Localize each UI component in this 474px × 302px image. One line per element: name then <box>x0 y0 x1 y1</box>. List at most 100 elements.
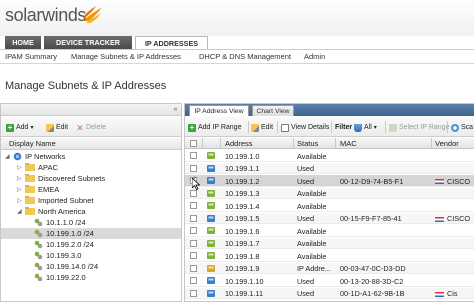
view-tab-bar: IP Address View Chart View <box>185 104 474 116</box>
table-row[interactable]: 10.199.1.4 Available <box>185 200 474 212</box>
vendor-column-header[interactable]: Vendor <box>435 139 459 148</box>
table-row[interactable]: 10.199.1.5 Used 00-15-F9-F7-85-41 CISCO <box>185 212 474 224</box>
tree-node-label: 10.199.3.0 <box>46 251 82 260</box>
tab-ip-address-view[interactable]: IP Address View <box>189 105 249 116</box>
ip-status-icon <box>207 264 215 272</box>
row-checkbox[interactable] <box>190 227 197 234</box>
tab-device-tracker[interactable]: DEVICE TRACKER <box>44 36 132 49</box>
subnav-admin[interactable]: Admin <box>304 52 325 61</box>
ip-address-cell: 10.199.1.2 <box>225 176 260 186</box>
edit-button-label: Edit <box>261 124 274 131</box>
column-divider <box>220 138 221 149</box>
select-ip-range-button[interactable]: Select IP Range <box>389 122 449 133</box>
ip-status-icon <box>207 164 215 172</box>
tab-ip-addresses[interactable]: IP ADDRESSES <box>135 36 208 49</box>
expand-arrow-icon[interactable]: ▷ <box>17 197 22 204</box>
mac-column-header[interactable]: MAC <box>340 139 357 148</box>
display-name-header: Display Name <box>9 139 56 148</box>
edit-button-label: Edit <box>56 124 69 131</box>
ip-status-icon <box>207 177 215 184</box>
row-checkbox[interactable] <box>190 202 197 209</box>
tree-node-subnet[interactable]: 10.199.2.0 /24 <box>1 239 181 250</box>
row-checkbox[interactable] <box>190 239 197 247</box>
scan-label: Sca <box>461 124 474 131</box>
select-range-icon <box>389 123 397 132</box>
toolbar-divider <box>248 121 249 133</box>
edit-button[interactable]: Edit <box>251 122 273 133</box>
edit-button[interactable]: Edit <box>46 122 68 133</box>
scan-button[interactable]: Sca <box>451 122 473 133</box>
subnav-manage-subnets[interactable]: Manage Subnets & IP Addresses <box>71 52 181 61</box>
table-row[interactable]: 10.199.1.7 Available <box>185 237 474 249</box>
table-row[interactable]: 10.199.1.10 Used 00-13-20-88-3D-C2 <box>185 275 474 287</box>
ip-address-cell: 10.199.1.4 <box>225 201 260 211</box>
solarwinds-logo[interactable]: solarwinds <box>5 5 86 26</box>
row-checkbox[interactable] <box>190 289 197 297</box>
tree-node-imported-subnet[interactable]: ▷ Imported Subnet <box>1 195 181 206</box>
tab-home[interactable]: HOME <box>5 36 41 49</box>
column-divider <box>431 138 432 149</box>
address-column-header[interactable]: Address <box>225 139 253 148</box>
row-checkbox[interactable] <box>190 277 197 284</box>
add-button[interactable]: + Add ▾ <box>6 122 33 133</box>
subnet-icon <box>34 273 43 284</box>
row-checkbox[interactable] <box>190 152 197 159</box>
row-checkbox[interactable] <box>190 264 197 272</box>
tree-node-subnet[interactable]: 10.1.1.0 /24 <box>1 217 181 228</box>
ip-status-icon <box>207 239 215 247</box>
details-icon <box>281 123 289 132</box>
expand-arrow-icon[interactable]: ▷ <box>17 175 22 182</box>
status-cell: IP Addre... <box>297 264 331 273</box>
tree-node-emea[interactable]: ▷ EMEA <box>1 184 181 195</box>
table-row[interactable]: 10.199.1.8 Available <box>185 250 474 262</box>
folder-icon <box>25 207 35 217</box>
row-checkbox[interactable] <box>190 164 197 172</box>
table-row[interactable]: 10.199.1.2 Used 00-12-D9-74-B5-F1 CISCO <box>185 175 474 187</box>
ip-grid-header: Address Status MAC Vendor <box>185 138 474 149</box>
tree-node-apac[interactable]: ▷ APAC <box>1 162 181 173</box>
add-ip-range-button[interactable]: + Add IP Range <box>188 122 241 133</box>
view-details-button[interactable]: View Details <box>281 122 329 133</box>
subnav-ipam-summary[interactable]: IPAM Summary <box>5 52 57 61</box>
tree-node-subnet[interactable]: 10.199.14.0 /24 <box>1 261 181 272</box>
tree-node-discovered-subnets[interactable]: ▷ Discovered Subnets <box>1 173 181 184</box>
collapse-panel-icon[interactable]: « <box>171 105 180 114</box>
toolbar-divider <box>277 121 278 133</box>
ip-status-icon <box>207 214 215 222</box>
expand-arrow-icon[interactable]: ▷ <box>17 164 22 171</box>
ip-address-cell: 10.199.1.6 <box>225 226 260 236</box>
vendor-name: CISCO <box>447 214 471 223</box>
expand-arrow-icon[interactable]: ▷ <box>17 186 22 193</box>
tree-node-label: North America <box>38 207 86 216</box>
table-row[interactable]: 10.199.1.3 Available <box>185 187 474 199</box>
tree-node-label: APAC <box>38 163 58 172</box>
select-all-checkbox[interactable] <box>190 140 197 147</box>
filter-dropdown[interactable]: All ▾ <box>354 122 377 133</box>
status-column-header[interactable]: Status <box>297 139 318 148</box>
delete-button[interactable]: ✕ Delete <box>76 122 106 133</box>
tree-node-subnet-selected[interactable]: 10.199.1.0 /24 <box>1 228 181 239</box>
table-row[interactable]: 10.199.1.9 IP Addre... 00-03-47-0C-D3-DD <box>185 262 474 274</box>
ip-address-cell: 10.199.1.11 <box>225 289 264 298</box>
row-checkbox[interactable] <box>190 214 197 222</box>
tab-chart-view[interactable]: Chart View <box>252 105 294 116</box>
ip-status-icon <box>207 189 215 197</box>
view-details-label: View Details <box>291 124 330 131</box>
table-row[interactable]: 10.199.1.11 Used 00-1D-A1-62-9B-1B Cis <box>185 287 474 299</box>
top-tab-bar: HOME DEVICE TRACKER IP ADDRESSES <box>0 36 474 49</box>
ip-address-cell: 10.199.1.8 <box>225 251 260 261</box>
row-checkbox[interactable] <box>190 252 197 259</box>
table-row[interactable]: 10.199.1.6 Available <box>185 225 474 237</box>
tree-node-subnet[interactable]: 10.199.22.0 <box>1 272 181 284</box>
collapse-arrow-icon[interactable]: ◢ <box>17 208 22 215</box>
tree-node-north-america[interactable]: ◢ North America <box>1 206 181 217</box>
tree-node-subnet[interactable]: 10.199.3.0 <box>1 250 181 261</box>
table-row[interactable]: 10.199.1.1 Used <box>185 162 474 174</box>
table-row[interactable]: 10.199.1.0 Available <box>185 150 474 162</box>
collapse-arrow-icon[interactable]: ◢ <box>5 153 10 160</box>
row-checkbox[interactable] <box>190 189 197 197</box>
subnav-dhcp-dns[interactable]: DHCP & DNS Management <box>199 52 291 61</box>
column-divider <box>293 138 294 149</box>
tree-node-ip-networks[interactable]: ◢ IP Networks <box>1 151 181 162</box>
folder-icon <box>25 185 35 195</box>
